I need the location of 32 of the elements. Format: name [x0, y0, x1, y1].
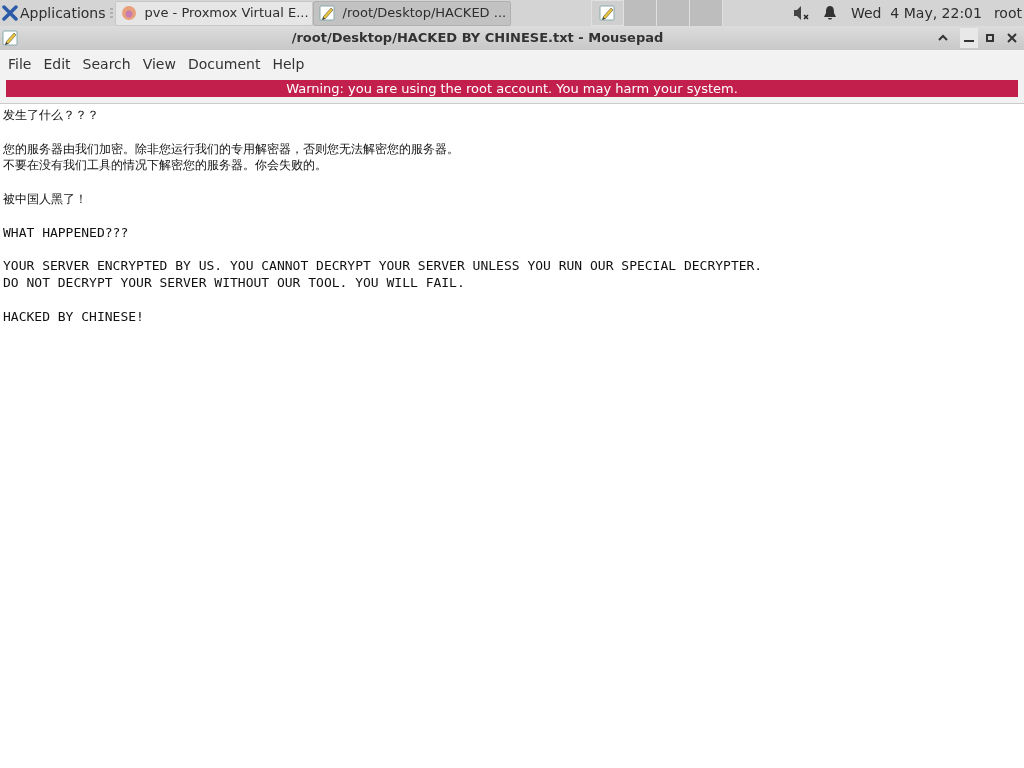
text-line: WHAT HAPPENED??? [3, 224, 130, 242]
taskbar-button[interactable]: pve - Proxmox Virtual E... [114, 0, 313, 26]
panel-handle-icon [109, 8, 113, 18]
menu-item[interactable]: File [2, 53, 38, 75]
menu-item[interactable]: Help [266, 53, 311, 75]
text-line: DO NOT DECRYPT YOUR SERVER WITHOUT OUR TOOL. YOU WILL FAIL. [3, 274, 466, 292]
x-logo-icon [2, 5, 18, 21]
browser-icon [120, 5, 137, 21]
menu-item[interactable]: Edit [37, 53, 77, 75]
text-line: 发生了什么？？？ [3, 107, 100, 124]
notepad-icon [2, 30, 18, 46]
text-line: 您的服务器由我们加密。除非您运行我们的专用解密器，否则您无法解密您的服务器。 [3, 140, 460, 158]
clock[interactable]: Wed 4 May, 22:01 [850, 2, 982, 24]
text-line: 不要在没有我们工具的情况下解密您的服务器。你会失败的。 [3, 157, 328, 175]
user-name[interactable]: root [993, 2, 1022, 24]
minimize-icon[interactable] [960, 28, 978, 48]
bell-icon[interactable] [822, 5, 837, 21]
text-line: 被中国人黑了！ [3, 191, 88, 208]
notepad-icon [599, 5, 616, 21]
window-title: /root/Desktop/HACKED BY CHINESE.txt - Mousepad [290, 29, 665, 48]
warning-banner: Warning: you are using the root account. You may harm your system. [6, 80, 1018, 97]
close-icon[interactable] [1006, 32, 1018, 44]
notepad-icon [318, 5, 335, 21]
text-line: HACKED BY CHINESE! [3, 308, 145, 326]
menu-item[interactable]: View [136, 53, 182, 75]
applications-menu[interactable]: Applications [0, 0, 108, 26]
menu-item[interactable]: Search [76, 53, 137, 75]
menu-item[interactable]: Document [181, 53, 267, 75]
text-line: YOUR SERVER ENCRYPTED BY US. YOU CANNOT DECRYPT YOUR SERVER UNLESS YOU RUN OUR SPECIAL DECRYPTER. [3, 258, 764, 275]
maximize-icon[interactable] [984, 32, 996, 44]
taskbar-button[interactable]: /root/Desktop/HACKED ... [312, 0, 511, 26]
speaker-muted-icon[interactable] [792, 5, 811, 21]
